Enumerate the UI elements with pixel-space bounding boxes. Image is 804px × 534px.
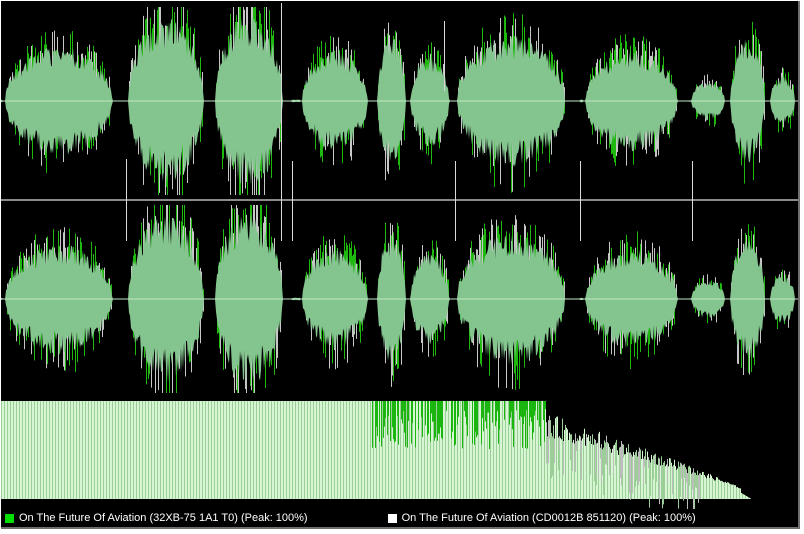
legend-swatch-green: [5, 513, 14, 523]
channel-1-waveform: [1, 7, 798, 195]
waveform-canvas: [1, 3, 798, 509]
channel-2-waveform: [1, 205, 798, 393]
wave-body: [1, 211, 798, 385]
spectrum-panel: [1, 401, 751, 509]
legend-item-a: On The Future Of Aviation (32XB-75 1A1 T…: [5, 512, 308, 524]
waveform-comparison-view: On The Future Of Aviation (32XB-75 1A1 T…: [1, 1, 800, 529]
legend-swatch-white: [387, 513, 397, 523]
legend-bar: On The Future Of Aviation (32XB-75 1A1 T…: [1, 509, 798, 527]
legend-label-b: On The Future Of Aviation (CD0012B 85112…: [401, 512, 696, 524]
legend-item-b: On The Future Of Aviation (CD0012B 85112…: [387, 512, 696, 524]
legend-label-a: On The Future Of Aviation (32XB-75 1A1 T…: [19, 512, 308, 524]
